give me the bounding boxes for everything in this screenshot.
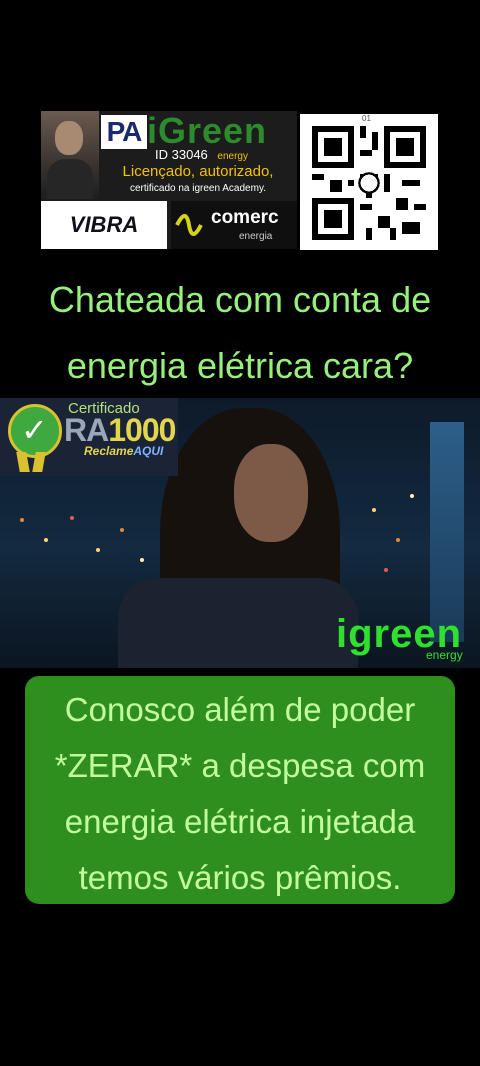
license-text: Licençado, autorizado, bbox=[122, 163, 274, 180]
check-seal-icon bbox=[8, 404, 62, 458]
message-line-4: temos vários prêmios. bbox=[78, 859, 402, 896]
consultant-photo bbox=[41, 111, 99, 199]
igreen-video-logo-sub: energy bbox=[426, 648, 463, 662]
message-box: Conosco além de poder *ZERAR* a despesa … bbox=[25, 676, 455, 904]
comerc-logo: comerc energia bbox=[171, 201, 297, 249]
igreen-license-banner: PA iGreen ID 33046 energy Licençado, aut… bbox=[41, 111, 297, 249]
academy-text: certificado na igreen Academy. bbox=[129, 183, 266, 194]
qr-code-icon bbox=[312, 126, 426, 240]
comerc-wave-icon bbox=[175, 214, 203, 236]
consultant-id: ID 33046 energy bbox=[155, 147, 248, 162]
headline-line-2: energia elétrica cara? bbox=[66, 345, 414, 386]
message-line-1: Conosco além de poder bbox=[64, 691, 416, 728]
qr-number: 01 bbox=[362, 114, 371, 123]
ra1000-badge: Certificado RA1000 ReclameAQUI bbox=[0, 398, 178, 476]
message-line-2: *ZERAR* a despesa com bbox=[54, 747, 426, 784]
pa-logo: PA bbox=[101, 115, 147, 149]
headline-line-1: Chateada com conta de bbox=[48, 279, 432, 320]
whatsapp-qr-code[interactable]: 01 bbox=[300, 114, 438, 250]
message-line-3: energia elétrica injetada bbox=[64, 803, 416, 840]
igreen-logo: iGreen bbox=[147, 111, 268, 151]
vibra-logo: VIBRA bbox=[41, 201, 167, 249]
